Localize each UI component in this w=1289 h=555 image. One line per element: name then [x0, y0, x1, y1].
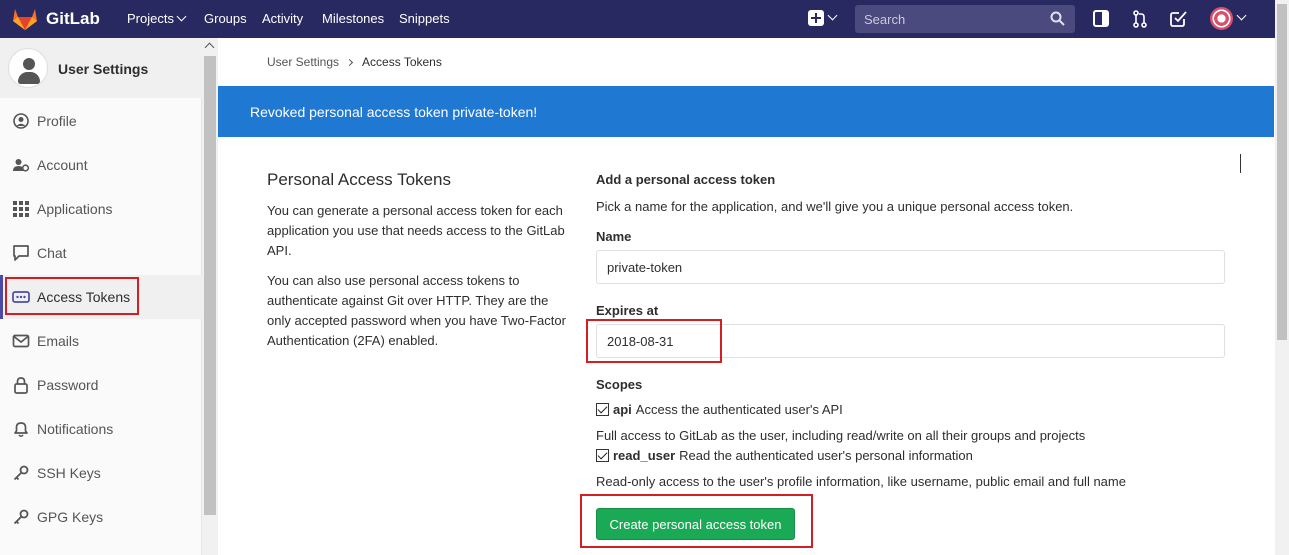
nav-projects[interactable]: Projects [127, 11, 187, 26]
form-title: Add a personal access token [596, 172, 776, 187]
nav-snippets[interactable]: Snippets [399, 11, 450, 26]
search-icon [1050, 11, 1065, 26]
scopes-label: Scopes [596, 377, 643, 392]
chat-icon [13, 245, 29, 261]
scope-description: Read the authenticated user's personal i… [679, 448, 973, 463]
sidebar-item-label: Access Tokens [37, 289, 131, 305]
sidebar-item-notifications[interactable]: Notifications [0, 407, 202, 451]
profile-icon [13, 113, 29, 129]
flash-message: Revoked personal access token private-to… [250, 104, 538, 120]
form-description: Pick a name for the application, and we'… [596, 199, 1074, 214]
chevron-down-icon [176, 11, 187, 22]
user-avatar-icon[interactable] [1210, 7, 1233, 30]
chevron-down-icon[interactable] [1236, 10, 1247, 21]
app-name: GitLab [46, 9, 100, 28]
key-icon [13, 465, 29, 481]
expires-date-field[interactable] [596, 324, 1225, 358]
sidebar-context-header[interactable]: User Settings [0, 38, 202, 98]
nav-milestones[interactable]: Milestones [322, 11, 384, 26]
scope-description: Access the authenticated user's API [635, 402, 843, 417]
intro-paragraph: You can also use personal access tokens … [267, 273, 566, 348]
gitlab-logo-icon [13, 9, 37, 30]
sidebar-item-label: Applications [37, 201, 113, 217]
search-input[interactable] [855, 5, 1045, 33]
scope-api[interactable]: api Access the authenticated user's API [596, 402, 843, 417]
text-cursor [1240, 154, 1241, 173]
merge-request-icon[interactable] [1133, 10, 1147, 28]
applications-icon [13, 201, 29, 217]
page-scrollbar-thumb[interactable] [1277, 4, 1287, 340]
breadcrumb: User Settings Access Tokens [267, 55, 442, 69]
scope-read-user[interactable]: read_user Read the authenticated user's … [596, 448, 973, 463]
sidebar-title: User Settings [58, 61, 149, 77]
email-icon [12, 334, 30, 348]
sidebar-item-password[interactable]: Password [0, 363, 202, 407]
chevron-right-icon [345, 58, 354, 67]
avatar [8, 48, 48, 88]
sidebar-item-label: Profile [37, 113, 77, 129]
lock-icon [14, 377, 28, 394]
intro-paragraph: You can generate a personal access token… [267, 203, 565, 258]
create-token-button[interactable]: Create personal access token [596, 508, 795, 540]
breadcrumb-parent[interactable]: User Settings [267, 55, 339, 69]
settings-sidebar: User Settings Profile Account Applicatio… [0, 38, 202, 555]
sidebar-toggle-icon[interactable] [1093, 10, 1109, 27]
access-tokens-icon [12, 291, 30, 303]
sidebar-item-emails[interactable]: Emails [0, 319, 202, 363]
top-navbar: GitLab Projects Groups Activity Mileston… [0, 0, 1275, 38]
page-title: Personal Access Tokens [267, 170, 451, 189]
sidebar-item-ssh-keys[interactable]: SSH Keys [0, 451, 202, 495]
sidebar-item-gpg-keys[interactable]: GPG Keys [0, 495, 202, 539]
sidebar-item-label: Emails [37, 333, 80, 349]
sidebar-scrollbar[interactable] [202, 38, 218, 555]
bell-icon [14, 422, 28, 438]
nav-groups[interactable]: Groups [204, 11, 247, 26]
sidebar-item-access-tokens[interactable]: Access Tokens [0, 275, 202, 319]
search-box [855, 5, 1075, 33]
scope-name: read_user [613, 448, 676, 463]
plus-square-icon[interactable] [808, 10, 824, 26]
sidebar-item-applications[interactable]: Applications [0, 187, 202, 231]
name-label: Name [596, 229, 632, 244]
sidebar-item-chat[interactable]: Chat [0, 231, 202, 275]
sidebar-scrollbar-thumb[interactable] [204, 56, 216, 515]
chevron-down-icon[interactable] [827, 10, 838, 21]
page-scrollbar[interactable] [1275, 0, 1289, 555]
nav-projects-label: Projects [127, 11, 174, 26]
sidebar-item-label: GPG Keys [37, 509, 104, 525]
scope-name: api [613, 402, 632, 417]
sidebar-item-profile[interactable]: Profile [0, 99, 202, 143]
key-icon [13, 509, 29, 525]
intro-section: Personal Access Tokens You can generate … [267, 170, 572, 351]
nav-activity[interactable]: Activity [262, 11, 303, 26]
scope-help: Read-only access to the user's profile i… [596, 474, 1126, 489]
scope-help: Full access to GitLab as the user, inclu… [596, 428, 1086, 443]
sidebar-item-label: Password [37, 377, 99, 393]
sidebar-item-label: SSH Keys [37, 465, 101, 481]
expires-label: Expires at [596, 303, 659, 318]
account-icon [13, 159, 30, 172]
sidebar-item-label: Notifications [37, 421, 114, 437]
flash-notice: Revoked personal access token private-to… [218, 86, 1274, 137]
name-field[interactable] [596, 250, 1225, 284]
scope-api-checkbox[interactable] [596, 403, 609, 416]
gitlab-home-link[interactable]: GitLab [12, 7, 100, 31]
sidebar-item-label: Account [37, 157, 88, 173]
scroll-up-icon[interactable] [204, 42, 215, 53]
todo-check-icon[interactable] [1170, 10, 1187, 27]
sidebar-item-label: Chat [37, 245, 67, 261]
breadcrumb-current[interactable]: Access Tokens [362, 55, 442, 69]
sidebar-item-account[interactable]: Account [0, 143, 202, 187]
scope-read-user-checkbox[interactable] [596, 449, 609, 462]
